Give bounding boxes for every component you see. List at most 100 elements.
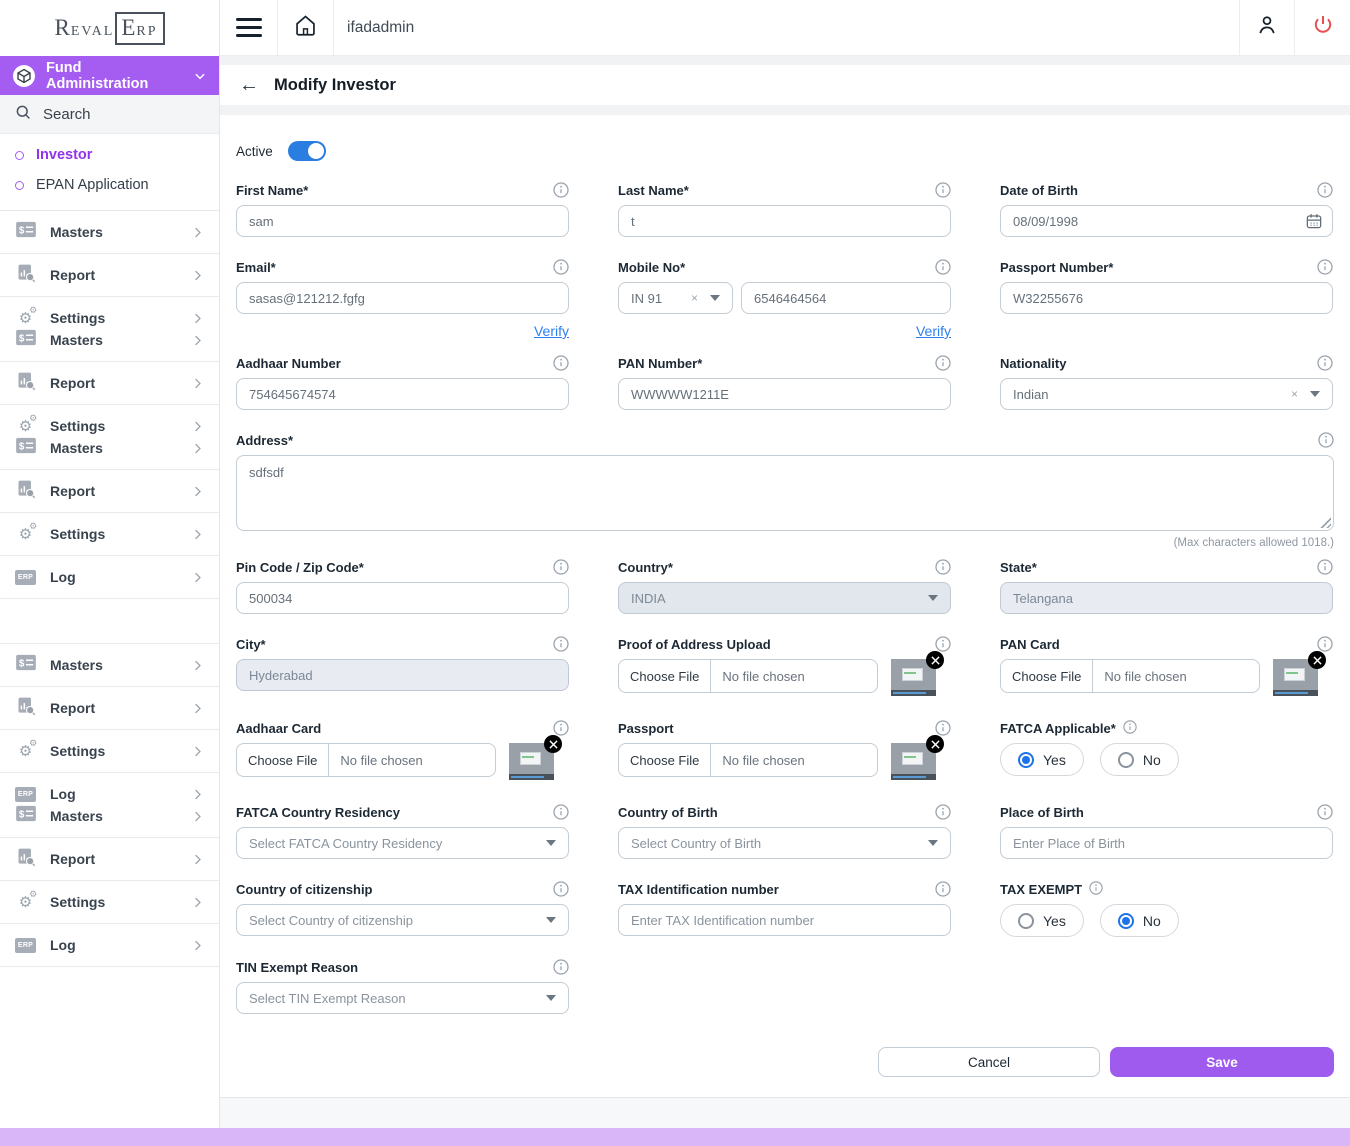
- country-code-select[interactable]: IN 91 ×: [618, 282, 733, 314]
- menu-toggle-button[interactable]: [220, 0, 278, 55]
- erp-log-icon: ERP: [15, 570, 36, 585]
- investor-form: Active First Name* Last Name* Date of Bi…: [220, 115, 1350, 1097]
- mobile-number-input[interactable]: [741, 282, 951, 314]
- email-input[interactable]: [236, 282, 569, 314]
- logged-in-user: ifadadmin: [334, 0, 1239, 55]
- sidebar-item-masters[interactable]: $Masters: [14, 654, 205, 676]
- sidebar-item-report[interactable]: Report: [14, 372, 205, 394]
- cancel-button[interactable]: Cancel: [878, 1047, 1100, 1077]
- last-name-input[interactable]: [618, 205, 951, 237]
- country-of-birth-select[interactable]: Select Country of Birth: [618, 827, 951, 859]
- first-name-input[interactable]: [236, 205, 569, 237]
- sidebar-links: Investor EPAN Application: [0, 134, 219, 211]
- calendar-icon[interactable]: [1304, 211, 1324, 231]
- aadhaar-card-file-input[interactable]: Choose File No file chosen: [236, 743, 496, 777]
- caret-down-icon: [546, 995, 556, 1001]
- menu-row: Report: [0, 687, 219, 730]
- pan-number-input[interactable]: [618, 378, 951, 410]
- chevron-right-icon: [190, 744, 205, 759]
- clear-icon[interactable]: ×: [691, 291, 698, 305]
- brand-logo: REVALERP: [0, 0, 219, 56]
- save-button[interactable]: Save: [1110, 1047, 1334, 1077]
- chevron-right-icon: [190, 268, 205, 283]
- chevron-right-icon: [190, 441, 205, 456]
- active-toggle[interactable]: [288, 141, 326, 161]
- remove-file-icon[interactable]: [544, 735, 562, 753]
- passport-number-input[interactable]: [1000, 282, 1333, 314]
- aadhaar-card-label: Aadhaar Card: [236, 721, 321, 736]
- sidebar-item-masters[interactable]: $Masters: [14, 329, 205, 351]
- proof-of-address-file-input[interactable]: Choose File No file chosen: [618, 659, 878, 693]
- home-icon: [292, 12, 319, 44]
- sidebar-item-masters[interactable]: $Masters: [14, 805, 205, 827]
- sidebar-item-report[interactable]: Report: [14, 848, 205, 870]
- pan-card-file-input[interactable]: Choose File No file chosen: [1000, 659, 1260, 693]
- clear-icon[interactable]: ×: [1291, 387, 1298, 401]
- sidebar-item-settings[interactable]: ⚙⚙Settings: [14, 415, 205, 437]
- city-label: City*: [236, 637, 266, 652]
- chevron-right-icon: [190, 311, 205, 326]
- sidebar-item-masters[interactable]: $Masters: [14, 437, 205, 459]
- sidebar-item-investor[interactable]: Investor: [0, 140, 219, 170]
- sidebar-item-log[interactable]: ERPLog: [14, 783, 205, 805]
- info-icon: [935, 259, 951, 275]
- mobile-verify-link[interactable]: Verify: [916, 323, 951, 339]
- home-button[interactable]: [278, 0, 334, 55]
- sidebar-item-report[interactable]: Report: [14, 480, 205, 502]
- country-of-citizenship-label: Country of citizenship: [236, 882, 373, 897]
- chevron-right-icon: [190, 484, 205, 499]
- horizontal-scrollbar[interactable]: [0, 1128, 1350, 1146]
- info-icon: [935, 559, 951, 575]
- logout-button[interactable]: [1294, 0, 1350, 55]
- profile-button[interactable]: [1239, 0, 1294, 55]
- sidebar-item-settings[interactable]: ⚙⚙Settings: [14, 307, 205, 329]
- remove-file-icon[interactable]: [1308, 651, 1326, 669]
- fatca-no-radio[interactable]: No: [1100, 743, 1179, 776]
- info-icon: [1317, 259, 1333, 275]
- sidebar-item-masters[interactable]: $Masters: [14, 221, 205, 243]
- dob-input[interactable]: [1000, 205, 1333, 237]
- sidebar-item-report[interactable]: Report: [14, 264, 205, 286]
- sidebar-item-settings[interactable]: ⚙⚙Settings: [14, 891, 205, 913]
- tax-identification-input[interactable]: [618, 904, 951, 936]
- sidebar-search[interactable]: Search: [0, 95, 219, 134]
- address-textarea[interactable]: sdfsdf: [236, 455, 1334, 531]
- info-icon: [553, 804, 569, 820]
- resize-handle-icon[interactable]: [1320, 517, 1331, 528]
- tax-exempt-yes-radio[interactable]: Yes: [1000, 904, 1084, 937]
- person-icon: [1254, 12, 1280, 43]
- sidebar-item-log[interactable]: ERPLog: [14, 566, 205, 588]
- email-verify-link[interactable]: Verify: [534, 323, 569, 339]
- module-selector[interactable]: Fund Administration: [0, 56, 219, 95]
- place-of-birth-input[interactable]: [1000, 827, 1333, 859]
- back-arrow-icon[interactable]: ←: [239, 75, 259, 95]
- info-icon: [1123, 720, 1139, 736]
- passport-file-input[interactable]: Choose File No file chosen: [618, 743, 878, 777]
- chevron-right-icon: [190, 658, 205, 673]
- chevron-right-icon: [190, 938, 205, 953]
- sidebar-item-report[interactable]: Report: [14, 697, 205, 719]
- fatca-yes-radio[interactable]: Yes: [1000, 743, 1084, 776]
- aadhaar-number-input[interactable]: [236, 378, 569, 410]
- menu-row: ⚙⚙Settings: [0, 513, 219, 556]
- remove-file-icon[interactable]: [926, 651, 944, 669]
- tin-exempt-reason-select[interactable]: Select TIN Exempt Reason: [236, 982, 569, 1014]
- sidebar-item-epan-application[interactable]: EPAN Application: [0, 170, 219, 200]
- email-label: Email*: [236, 260, 276, 275]
- first-name-label: First Name*: [236, 183, 308, 198]
- pin-code-input[interactable]: [236, 582, 569, 614]
- sidebar-item-settings[interactable]: ⚙⚙Settings: [14, 523, 205, 545]
- country-of-citizenship-select[interactable]: Select Country of citizenship: [236, 904, 569, 936]
- country-of-birth-label: Country of Birth: [618, 805, 718, 820]
- country-label: Country*: [618, 560, 673, 575]
- remove-file-icon[interactable]: [926, 735, 944, 753]
- nationality-select[interactable]: Indian ×: [1000, 378, 1333, 410]
- info-icon: [553, 636, 569, 652]
- sidebar-item-settings[interactable]: ⚙⚙Settings: [14, 740, 205, 762]
- sidebar-item-log[interactable]: ERPLog: [14, 934, 205, 956]
- fatca-applicable-label: FATCA Applicable*: [1000, 721, 1116, 736]
- settings-icon: ⚙⚙: [19, 419, 32, 434]
- fatca-country-residency-select[interactable]: Select FATCA Country Residency: [236, 827, 569, 859]
- tax-exempt-no-radio[interactable]: No: [1100, 904, 1179, 937]
- masters-icon: $: [15, 221, 37, 243]
